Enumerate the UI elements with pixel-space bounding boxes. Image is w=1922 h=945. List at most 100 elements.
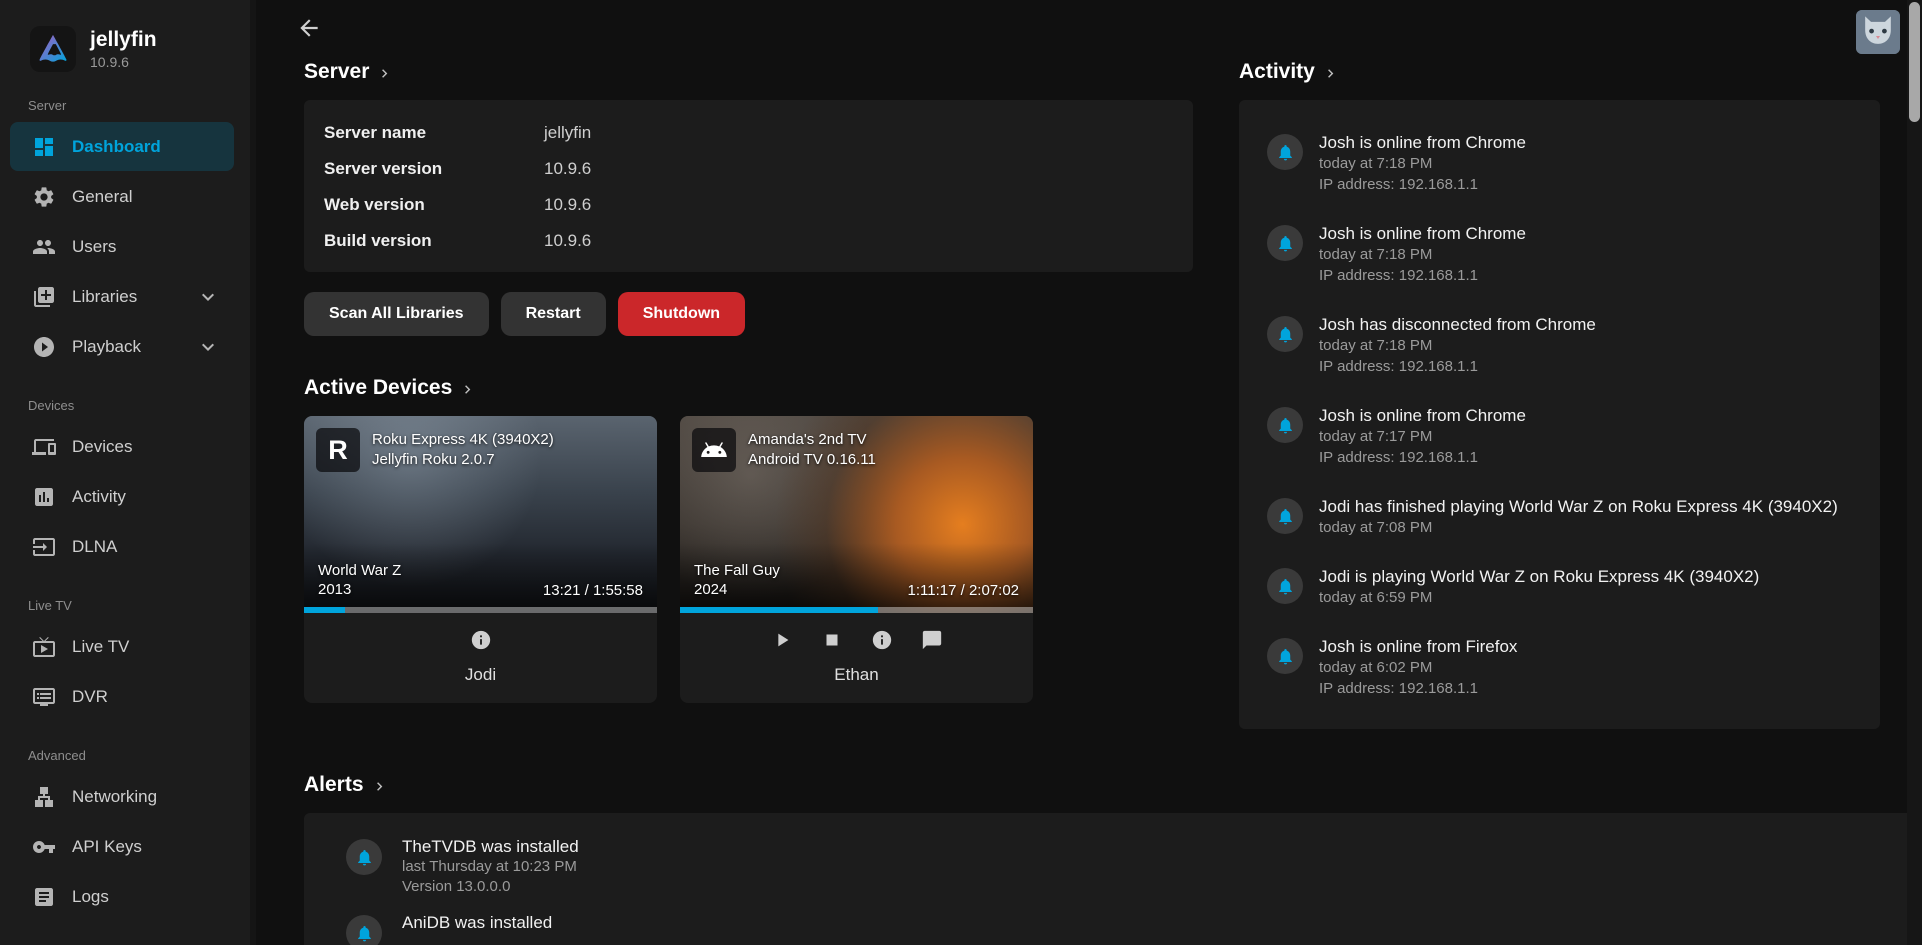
sidebar-item-label: Playback <box>72 337 141 357</box>
sidebar-item-label: Logs <box>72 887 109 907</box>
scan-all-libraries-button[interactable]: Scan All Libraries <box>304 292 489 336</box>
cat-avatar-image <box>1856 10 1900 54</box>
activity-ip: IP address: 192.168.1.1 <box>1319 174 1526 195</box>
chevron-right-icon <box>371 778 388 795</box>
info-icon <box>871 629 893 651</box>
activity-heading[interactable]: Activity <box>1239 60 1339 84</box>
play-pause-button[interactable] <box>769 627 795 653</box>
restart-button[interactable]: Restart <box>501 292 606 336</box>
activity-item: Jodi has finished playing World War Z on… <box>1267 482 1860 552</box>
logs-icon <box>32 885 56 909</box>
bell-icon <box>1276 416 1295 435</box>
activity-ip: IP address: 192.168.1.1 <box>1319 265 1526 286</box>
device-card-android-tv[interactable]: Amanda's 2nd TV Android TV 0.16.11 The F… <box>680 416 1033 703</box>
activity-item: Josh is online from Chrome today at 7:18… <box>1267 209 1860 300</box>
activity-time: today at 7:08 PM <box>1319 517 1838 538</box>
playback-progress-bar <box>680 607 1033 613</box>
dashboard-icon <box>32 135 56 159</box>
sidebar-item-playback[interactable]: Playback <box>10 322 234 371</box>
gear-icon <box>32 185 56 209</box>
sidebar-item-label: Dashboard <box>72 137 161 157</box>
chevron-right-icon <box>459 381 476 398</box>
sidebar-item-devices[interactable]: Devices <box>10 422 234 471</box>
network-icon <box>32 785 56 809</box>
device-card-footer: Jodi <box>304 613 657 703</box>
alert-item: AniDB was installed <box>304 905 1922 945</box>
user-avatar[interactable] <box>1856 10 1900 54</box>
page-scrollbar-thumb[interactable] <box>1909 2 1920 122</box>
sidebar-item-dvr[interactable]: DVR <box>10 672 234 721</box>
jellyfin-dashboard: jellyfin 10.9.6 Server Dashboard General… <box>0 0 1922 945</box>
activity-title: Josh has disconnected from Chrome <box>1319 314 1596 335</box>
media-year: 2024 <box>694 580 780 599</box>
chevron-down-icon <box>196 335 220 359</box>
sidebar-item-dashboard[interactable]: Dashboard <box>10 122 234 171</box>
active-devices-heading[interactable]: Active Devices <box>304 376 476 400</box>
session-info-button[interactable] <box>869 627 895 653</box>
now-playing-backdrop: Amanda's 2nd TV Android TV 0.16.11 The F… <box>680 416 1033 613</box>
server-version-value: 10.9.6 <box>544 159 591 179</box>
shutdown-button[interactable]: Shutdown <box>618 292 745 336</box>
session-info-button[interactable] <box>468 627 494 653</box>
sidebar-item-live-tv[interactable]: Live TV <box>10 622 234 671</box>
alert-item: TheTVDB was installed last Thursday at 1… <box>304 829 1922 905</box>
app-version: 10.9.6 <box>90 54 157 70</box>
sidebar-item-libraries[interactable]: Libraries <box>10 272 234 321</box>
sidebar-item-label: API Keys <box>72 837 142 857</box>
sidebar-item-networking[interactable]: Networking <box>10 772 234 821</box>
sidebar-item-label: DLNA <box>72 537 117 557</box>
session-user: Ethan <box>680 665 1033 685</box>
device-card-roku[interactable]: R Roku Express 4K (3940X2) Jellyfin Roku… <box>304 416 657 703</box>
main-content: Server Server name jellyfin Server versi… <box>256 0 1922 945</box>
activity-title: Jodi has finished playing World War Z on… <box>1319 496 1838 517</box>
playback-progress-fill <box>680 607 878 613</box>
sidebar-item-activity[interactable]: Activity <box>10 472 234 521</box>
activity-item: Josh is online from Chrome today at 7:17… <box>1267 391 1860 482</box>
now-playing-info: World War Z 2013 <box>318 561 401 599</box>
server-info-row: Build version 10.9.6 <box>304 223 1193 259</box>
sidebar-item-dlna[interactable]: DLNA <box>10 522 234 571</box>
activity-time: today at 6:02 PM <box>1319 657 1517 678</box>
android-icon <box>692 428 736 472</box>
nav-section-server: Server <box>0 72 250 121</box>
sidebar-item-api-keys[interactable]: API Keys <box>10 822 234 871</box>
activity-time: today at 6:59 PM <box>1319 587 1759 608</box>
bell-icon <box>1276 577 1295 596</box>
bell-icon <box>1276 647 1295 666</box>
stop-icon <box>821 629 843 651</box>
back-button[interactable] <box>292 11 326 45</box>
sidebar-item-general[interactable]: General <box>10 172 234 221</box>
activity-item: Josh is online from Chrome today at 7:18… <box>1267 118 1860 209</box>
now-playing-info: The Fall Guy 2024 <box>694 561 780 599</box>
live-tv-icon <box>32 635 56 659</box>
activity-ip: IP address: 192.168.1.1 <box>1319 356 1596 377</box>
alerts-heading[interactable]: Alerts <box>304 773 388 797</box>
activity-time: today at 7:17 PM <box>1319 426 1526 447</box>
server-section-heading[interactable]: Server <box>304 60 393 84</box>
activity-title: Josh is online from Chrome <box>1319 132 1526 153</box>
active-devices-row: R Roku Express 4K (3940X2) Jellyfin Roku… <box>304 416 1193 703</box>
send-message-button[interactable] <box>919 627 945 653</box>
now-playing-backdrop: R Roku Express 4K (3940X2) Jellyfin Roku… <box>304 416 657 613</box>
sidebar-item-logs[interactable]: Logs <box>10 872 234 921</box>
server-info-row: Server version 10.9.6 <box>304 151 1193 187</box>
roku-icon: R <box>316 428 360 472</box>
input-icon <box>32 535 56 559</box>
dashboard-content: Server Server name jellyfin Server versi… <box>256 56 1922 945</box>
sidebar-item-users[interactable]: Users <box>10 222 234 271</box>
bell-icon <box>1276 234 1295 253</box>
chevron-right-icon <box>376 65 393 82</box>
play-icon <box>771 629 793 651</box>
topbar <box>256 0 1922 56</box>
chevron-down-icon <box>196 285 220 309</box>
bell-icon <box>355 848 374 867</box>
sidebar-item-label: General <box>72 187 132 207</box>
activity-title: Josh is online from Chrome <box>1319 223 1526 244</box>
media-year: 2013 <box>318 580 401 599</box>
bell-icon <box>1276 507 1295 526</box>
server-actions: Scan All Libraries Restart Shutdown <box>304 292 1193 336</box>
key-icon <box>32 835 56 859</box>
library-add-icon <box>32 285 56 309</box>
stop-button[interactable] <box>819 627 845 653</box>
left-column: Server Server name jellyfin Server versi… <box>304 56 1193 703</box>
